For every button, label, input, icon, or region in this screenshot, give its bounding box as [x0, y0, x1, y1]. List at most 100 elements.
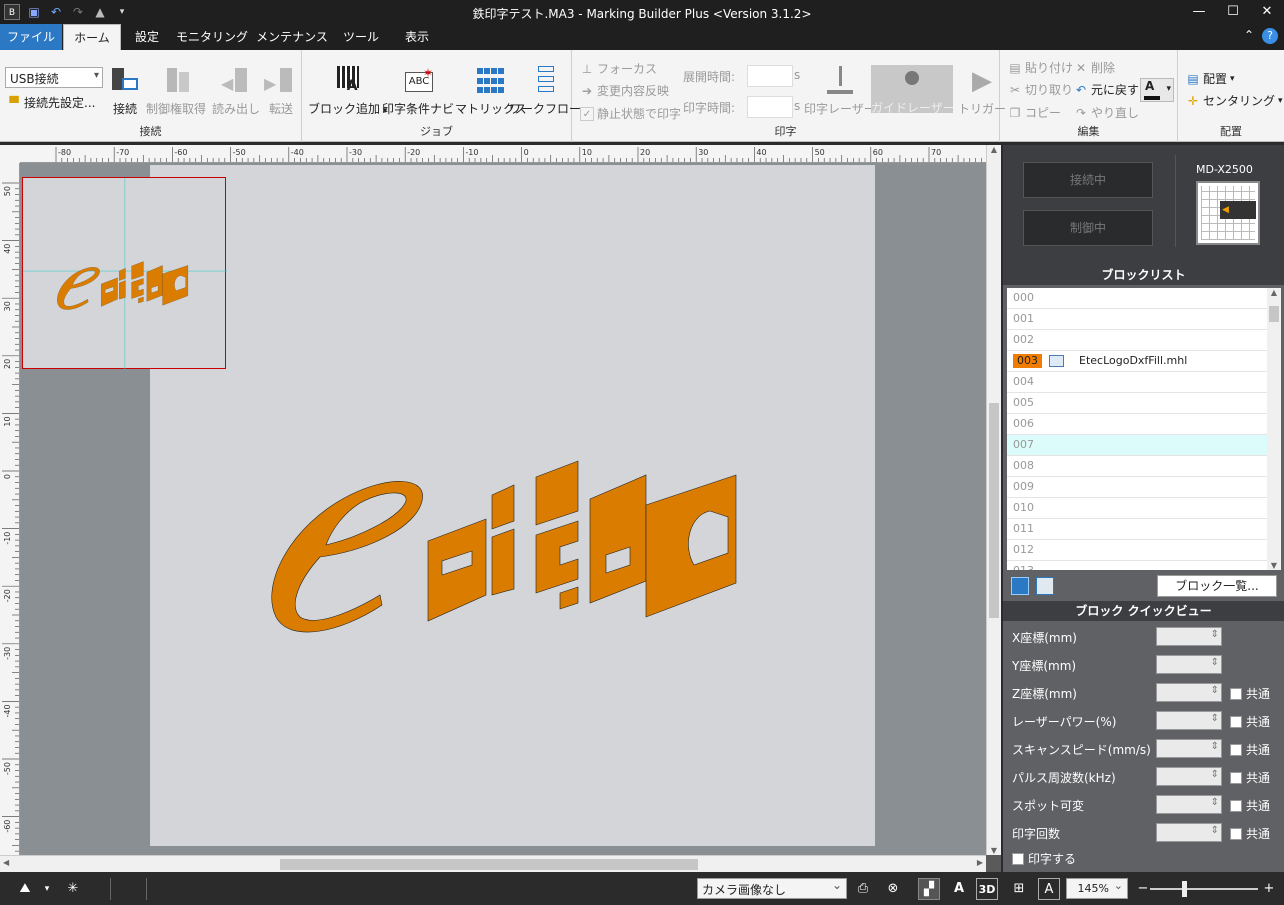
fit-view-icon[interactable]: ⊞ — [1008, 878, 1030, 900]
block-row[interactable]: 007 — [1007, 435, 1267, 456]
common-checkbox[interactable]: 共通 — [1230, 769, 1270, 786]
block-row[interactable]: 005 — [1007, 393, 1267, 414]
tab-view[interactable]: 表示 — [389, 24, 445, 50]
zoom-select[interactable]: 145% — [1066, 878, 1128, 899]
delete-button[interactable]: ✕ 削除 — [1074, 59, 1115, 76]
minimap[interactable] — [22, 177, 227, 370]
camera-clear-icon[interactable]: ⊗ — [882, 878, 904, 900]
control-button[interactable]: 制御権取得 — [146, 66, 206, 117]
print-laser-button[interactable]: 印字レーザー — [804, 66, 876, 117]
print-time-input[interactable] — [747, 96, 793, 118]
block-row[interactable]: 002 — [1007, 330, 1267, 351]
common-checkbox-box[interactable] — [1230, 771, 1242, 784]
marking-status-icon[interactable]: ✳ — [62, 878, 84, 900]
prop-input[interactable] — [1156, 655, 1222, 674]
read-button[interactable]: ◀ 読み出し — [212, 66, 260, 117]
scroll-right-icon[interactable]: ▶ — [977, 858, 983, 867]
arrange-button[interactable]: ▤ 配置 ▾ — [1186, 70, 1234, 87]
common-checkbox[interactable]: 共通 — [1230, 825, 1270, 842]
copy-button[interactable]: ❐ コピー — [1008, 104, 1061, 121]
prop-input[interactable] — [1156, 627, 1222, 646]
tree-view-icon[interactable] — [1036, 577, 1054, 595]
help-icon[interactable]: ? — [1262, 28, 1278, 44]
apply-changes-button[interactable]: ➔ 変更内容反映 — [580, 82, 669, 99]
block-row[interactable]: 011 — [1007, 519, 1267, 540]
zoom-slider-thumb[interactable] — [1182, 881, 1187, 897]
static-print-checkbox[interactable]: ✓ 静止状態で印字 — [580, 105, 681, 122]
transfer-button[interactable]: ▶ 転送 — [264, 66, 298, 117]
zoom-in-icon[interactable]: + — [1258, 878, 1280, 900]
block-row[interactable]: 006 — [1007, 414, 1267, 435]
centering-button[interactable]: ✛ センタリング ▾ — [1186, 92, 1283, 109]
tab-home[interactable]: ホーム — [63, 24, 121, 50]
common-checkbox[interactable]: 共通 — [1230, 685, 1270, 702]
prop-input[interactable] — [1156, 739, 1222, 758]
common-checkbox-box[interactable] — [1230, 827, 1242, 840]
block-row[interactable]: 009 — [1007, 477, 1267, 498]
common-checkbox[interactable]: 共通 — [1230, 741, 1270, 758]
prop-input[interactable] — [1156, 795, 1222, 814]
horizontal-scrollbar[interactable]: ◀ ▶ — [0, 855, 986, 872]
print-area[interactable] — [150, 165, 875, 846]
guide-laser-button[interactable]: ガイドレーザー — [871, 65, 955, 115]
cut-button[interactable]: ✂ 切り取り — [1008, 81, 1073, 98]
block-row[interactable]: 000 — [1007, 288, 1267, 309]
block-row[interactable]: 010 — [1007, 498, 1267, 519]
expand-time-input[interactable] — [747, 65, 793, 87]
text-view-icon[interactable]: A — [948, 878, 970, 900]
camera-select[interactable]: カメラ画像なし — [697, 878, 847, 899]
collapse-ribbon-icon[interactable]: ⌃ — [1244, 28, 1254, 44]
undo-button[interactable]: ↶ 元に戻す — [1074, 81, 1139, 98]
horizontal-scroll-thumb[interactable] — [280, 859, 698, 870]
close-button[interactable]: ✕ — [1250, 0, 1284, 24]
vertical-scrollbar[interactable]: ▲ ▼ — [986, 145, 1001, 855]
minimize-button[interactable]: — — [1182, 0, 1216, 24]
tab-monitoring[interactable]: モニタリング — [173, 24, 251, 50]
block-row[interactable]: 013 — [1007, 561, 1267, 570]
connecting-button[interactable]: 接続中 — [1023, 162, 1153, 198]
connect-button[interactable]: 接続 — [108, 66, 142, 117]
prop-input[interactable] — [1156, 823, 1222, 842]
interface-select[interactable]: USB接続 — [5, 67, 103, 88]
work-area[interactable] — [20, 163, 986, 855]
block-row[interactable]: 003 EtecLogoDxfFill.mhl — [1007, 351, 1267, 372]
trigger-button[interactable]: ▶ トリガー — [958, 66, 1006, 117]
laser-status-icon[interactable]: ⛰ — [14, 878, 36, 900]
print-navi-button[interactable]: ABC ✶ 印字条件ナビ — [382, 66, 454, 117]
fill-view-icon[interactable]: ▞ — [918, 878, 940, 900]
tab-maintenance[interactable]: メンテナンス — [251, 24, 333, 50]
workflow-button[interactable]: ワークフロー — [509, 66, 581, 117]
controlling-button[interactable]: 制御中 — [1023, 210, 1153, 246]
common-checkbox[interactable]: 共通 — [1230, 713, 1270, 730]
maximize-button[interactable]: ☐ — [1216, 0, 1250, 24]
paste-button[interactable]: ▤ 貼り付け — [1008, 59, 1073, 76]
common-checkbox-box[interactable] — [1230, 743, 1242, 756]
prop-input[interactable] — [1156, 711, 1222, 730]
common-checkbox-box[interactable] — [1230, 687, 1242, 700]
prop-input[interactable] — [1156, 767, 1222, 786]
tab-settings[interactable]: 設定 — [121, 24, 173, 50]
list-view-icon[interactable] — [1011, 577, 1029, 595]
print-checkbox-box[interactable] — [1012, 852, 1024, 865]
3d-view-icon[interactable]: 3D — [976, 878, 998, 900]
text-frame-icon[interactable]: A — [1038, 878, 1060, 900]
block-row[interactable]: 004 — [1007, 372, 1267, 393]
scroll-up-icon[interactable]: ▲ — [987, 145, 1001, 154]
tab-file[interactable]: ファイル — [0, 24, 62, 50]
focus-button[interactable]: ⊥ フォーカス — [580, 60, 657, 77]
print-checkbox[interactable]: 印字する — [1012, 850, 1076, 867]
logo-graphic[interactable] — [150, 165, 875, 846]
prop-input[interactable] — [1156, 683, 1222, 702]
scroll-left-icon[interactable]: ◀ — [3, 858, 9, 867]
common-checkbox[interactable]: 共通 — [1230, 797, 1270, 814]
redo-button[interactable]: ↷ やり直し — [1074, 104, 1139, 121]
block-list[interactable]: 000 001 002 003 EtecLogoDxfFill.mhl 004 005 006… — [1007, 288, 1267, 570]
vertical-scroll-thumb[interactable] — [989, 403, 999, 618]
zoom-slider[interactable] — [1150, 888, 1258, 890]
tab-tools[interactable]: ツール — [333, 24, 389, 50]
block-row[interactable]: 012 — [1007, 540, 1267, 561]
dest-settings-button[interactable]: ▀ 接続先設定... — [7, 94, 95, 111]
block-list-all-button[interactable]: ブロック一覧... — [1157, 575, 1277, 597]
block-row[interactable]: 001 — [1007, 309, 1267, 330]
block-row[interactable]: 008 — [1007, 456, 1267, 477]
